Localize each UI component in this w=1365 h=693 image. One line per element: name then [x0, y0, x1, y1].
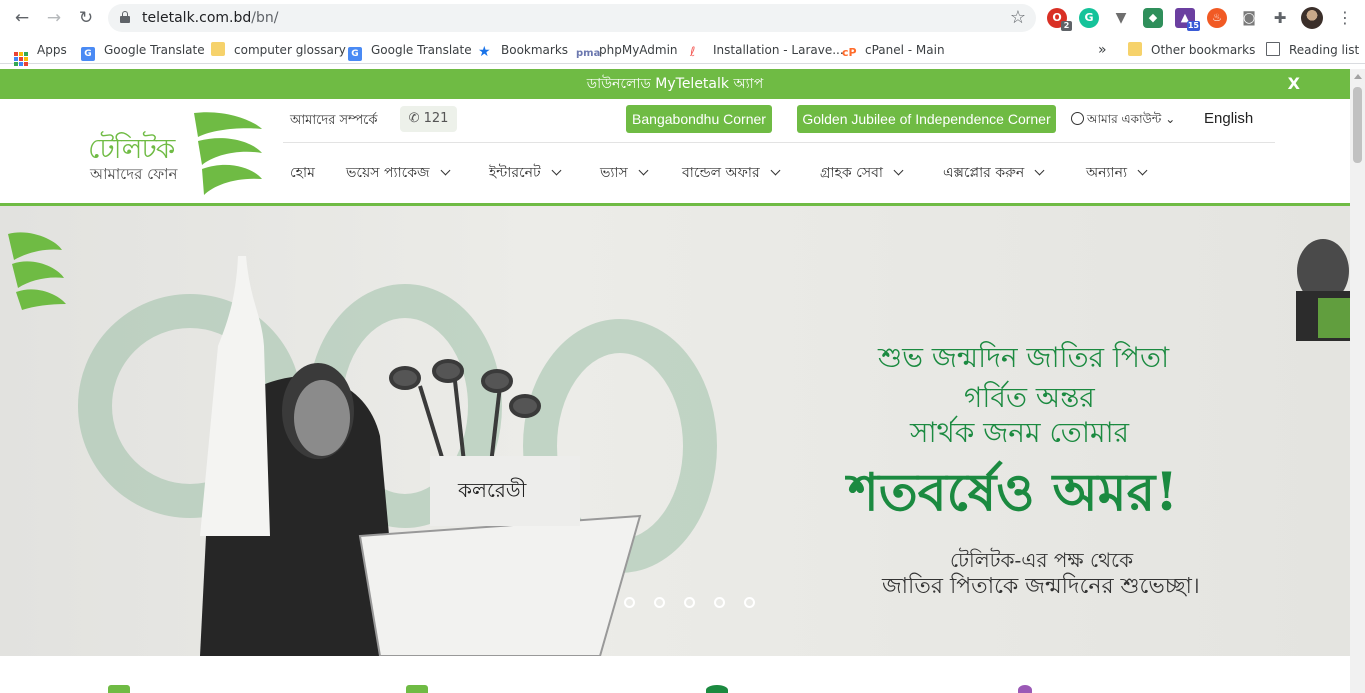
feature-icons-row: [0, 656, 1350, 693]
app-download-text[interactable]: ডাউনলোড MyTeletalk অ্যাপ: [587, 76, 763, 92]
golden-jubilee-button[interactable]: Golden Jubilee of Independence Corner: [797, 105, 1056, 133]
language-switch-english[interactable]: English: [1204, 110, 1253, 127]
nav-home[interactable]: হোম: [290, 161, 315, 185]
carousel-dot-2[interactable]: [654, 597, 665, 608]
package-icon[interactable]: [406, 685, 428, 693]
bangabandhu-corner-button[interactable]: Bangabondhu Corner: [626, 105, 772, 133]
scrollbar-thumb[interactable]: [1353, 87, 1362, 163]
camera-extension-icon[interactable]: ◙: [1239, 8, 1259, 28]
profile-avatar[interactable]: [1301, 7, 1323, 29]
page-viewport: ডাউনলোড MyTeletalk অ্যাপ X টেলিটক আমাদের…: [0, 69, 1350, 693]
my-account-dropdown[interactable]: আমার একাউন্ট ⌄: [1071, 111, 1175, 131]
graduation-extension-icon[interactable]: ▲ 15: [1175, 8, 1200, 31]
logo-tagline: আমাদের ফোন: [90, 165, 178, 183]
reload-icon[interactable]: ↻: [76, 8, 96, 28]
bookmark-phpmyadmin[interactable]: pmaphpMyAdmin: [576, 42, 678, 59]
chevron-down-icon: [1137, 165, 1148, 176]
chevron-down-icon: [770, 165, 781, 176]
globe-icon[interactable]: [706, 685, 728, 693]
vpn-extension-icon[interactable]: ▼: [1111, 8, 1131, 28]
hero-headline-3: সার্থক জনম তোমার: [910, 416, 1130, 449]
nav-voice-package[interactable]: ভয়েস প্যাকেজ: [346, 161, 451, 185]
hero-headline-4: শতবর্ষেও অমর!: [848, 462, 1179, 523]
bookmark-laravel[interactable]: ℓ Installation - Larave...: [690, 42, 844, 60]
bookmark-computer-glossary[interactable]: computer glossary: [211, 42, 346, 58]
star-icon: ★: [478, 44, 491, 60]
about-us-link[interactable]: আমাদের সম্পর্কে: [290, 111, 377, 132]
bookmark-cpanel[interactable]: cP cPanel - Main: [842, 42, 945, 59]
chevron-down-icon: [440, 165, 451, 176]
carousel-dot-4[interactable]: [714, 597, 725, 608]
phone-icon: ✆: [408, 111, 424, 126]
bookmark-google-translate[interactable]: G Google Translate: [81, 42, 205, 61]
lock-icon[interactable]: [120, 11, 130, 24]
carousel-dot-1[interactable]: [624, 597, 635, 608]
bookmark-google-translate-2[interactable]: G Google Translate: [348, 42, 472, 61]
bookmark-star-icon[interactable]: ☆: [1010, 7, 1026, 28]
header-divider: [283, 142, 1275, 143]
url-text: teletalk.com.bd/bn/: [142, 10, 279, 26]
heart-icon[interactable]: [1018, 685, 1032, 693]
chevron-down-icon: ⌄: [1165, 112, 1176, 126]
carousel-dot-3[interactable]: [684, 597, 695, 608]
nav-bundle-offer[interactable]: বান্ডেল অফার: [682, 161, 781, 185]
page-scrollbar[interactable]: [1350, 69, 1365, 693]
teletalk-logo[interactable]: টেলিটক আমাদের ফোন: [86, 107, 266, 197]
hero-carousel[interactable]: কলরেডী শুভ জন্মদিন জাতির পিতা গর্বিত অন্…: [0, 206, 1350, 656]
laravel-icon: ℓ: [690, 45, 696, 60]
app-download-banner[interactable]: ডাউনলোড MyTeletalk অ্যাপ X: [0, 69, 1350, 99]
grammarly-extension-icon[interactable]: G: [1079, 8, 1099, 28]
nav-internet[interactable]: ইন্টারনেট: [489, 161, 562, 185]
address-bar[interactable]: teletalk.com.bd/bn/ ☆: [108, 4, 1036, 32]
hero-subtext-2: জাতির পিতাকে জন্মদিনের শুভেচ্ছা।: [882, 574, 1200, 599]
globe-extension-icon[interactable]: ◆: [1143, 8, 1163, 28]
phpmyadmin-icon: pma: [576, 48, 601, 59]
close-banner-button[interactable]: X: [1288, 69, 1300, 99]
sim-icon[interactable]: [108, 685, 130, 693]
browser-toolbar: ← → ↻ teletalk.com.bd/bn/ ☆ O2 G ▼ ◆ ▲ 15…: [0, 0, 1365, 36]
puzzle-extensions-icon[interactable]: ✚: [1270, 8, 1290, 28]
hotline-button[interactable]: ✆ 121: [400, 106, 457, 132]
chevron-down-icon: [638, 165, 649, 176]
google-translate-icon: G: [81, 47, 95, 61]
forward-icon[interactable]: →: [44, 8, 64, 28]
nav-customer-care[interactable]: গ্রাহক সেবা: [820, 161, 904, 185]
chevron-down-icon: [1034, 165, 1045, 176]
bookmark-other[interactable]: Other bookmarks: [1128, 42, 1255, 58]
google-translate-icon: G: [348, 47, 362, 61]
folder-icon: [1128, 42, 1142, 56]
nav-vas[interactable]: ভ্যাস: [600, 161, 649, 185]
chrome-menu-icon[interactable]: ⋮: [1335, 8, 1355, 28]
bookmark-reading-list[interactable]: Reading list: [1266, 42, 1359, 58]
podium-label: কলরেডী: [458, 478, 527, 502]
scroll-up-icon[interactable]: [1354, 74, 1362, 79]
carousel-dot-5[interactable]: [744, 597, 755, 608]
chevron-down-icon: [551, 165, 562, 176]
bookmarks-overflow-chevron-icon[interactable]: »: [1098, 42, 1107, 58]
nav-other[interactable]: অন্যান্য: [1086, 161, 1148, 185]
fire-extension-icon[interactable]: ♨: [1207, 8, 1227, 28]
bookmark-apps[interactable]: Apps: [14, 42, 67, 66]
site-header: টেলিটক আমাদের ফোন আমাদের সম্পর্কে ✆ 121 …: [0, 99, 1350, 206]
reading-list-icon: [1266, 42, 1280, 56]
folder-icon: [211, 42, 225, 56]
bookmark-bookmarks[interactable]: ★ Bookmarks: [478, 42, 568, 60]
nav-explore[interactable]: এক্সপ্লোর করুন: [943, 161, 1045, 185]
user-icon: [1071, 112, 1084, 125]
cpanel-icon: cP: [842, 46, 857, 59]
apps-grid-icon: [14, 52, 28, 66]
back-icon[interactable]: ←: [12, 8, 32, 28]
opera-extension-icon[interactable]: O2: [1047, 8, 1072, 31]
chevron-down-icon: [893, 165, 904, 176]
bookmarks-bar: Apps G Google Translate computer glossary…: [0, 36, 1365, 66]
